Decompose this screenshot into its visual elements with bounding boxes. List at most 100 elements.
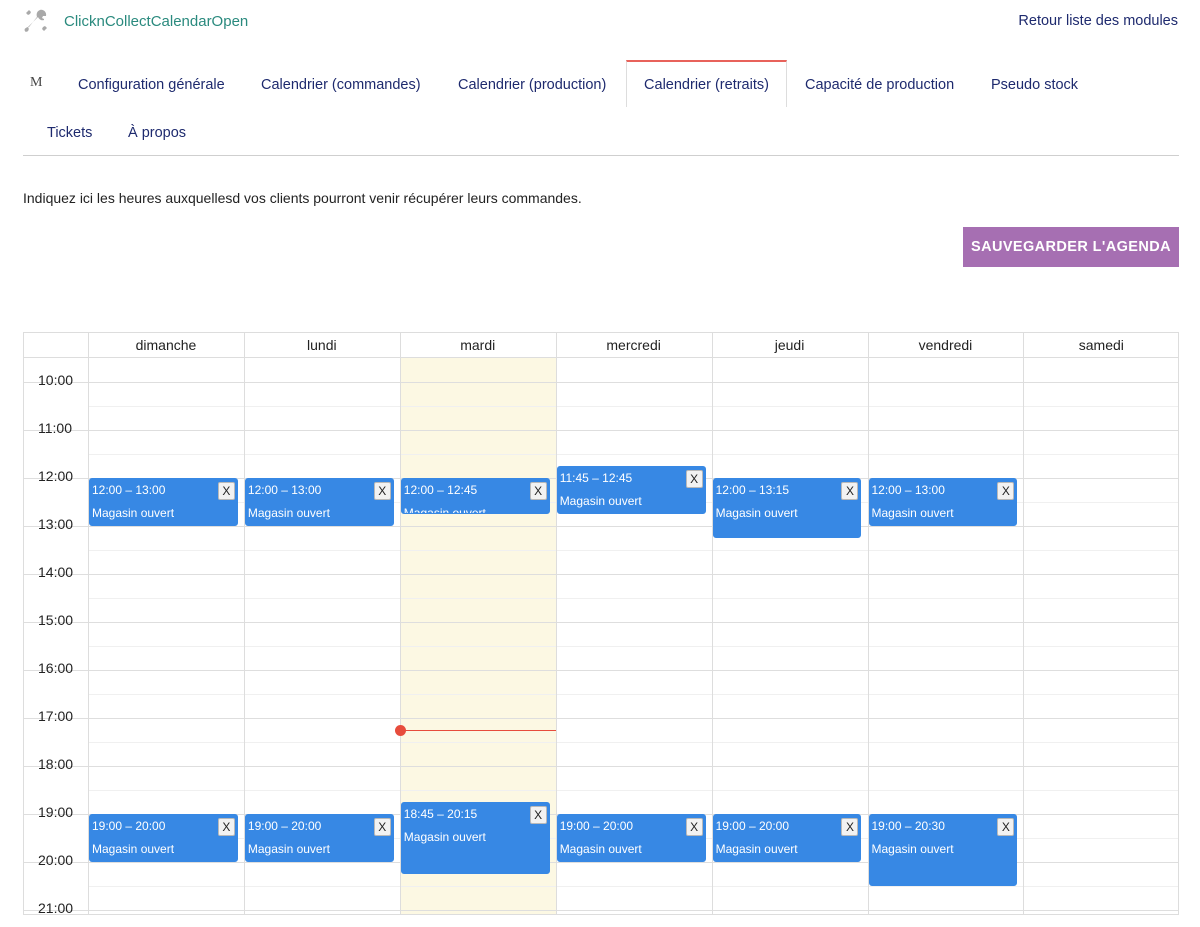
time-label: 16:00 (38, 660, 74, 676)
event-time: 18:45 – 20:15 (403, 807, 478, 821)
weekly-calendar: dimanche lundi mardi mercredi jeudi vendredi s… (23, 332, 1179, 915)
delete-event-button[interactable]: X (685, 470, 703, 488)
delete-event-button[interactable]: X (841, 482, 859, 500)
pickup-slot-event[interactable]: 12:00 – 13:15 Magasin ouvert X (712, 478, 862, 538)
tabs-row-1: M Configuration générale Calendrier (com… (23, 60, 1179, 108)
time-label: 14:00 (38, 564, 74, 580)
pickup-slot-event[interactable]: 19:00 – 20:00 Magasin ouvert X (712, 814, 862, 862)
intro-text: Indiquez ici les heures auxquellesd vos … (23, 190, 582, 206)
hour-gridline (24, 574, 1178, 575)
event-title: Magasin ouvert (715, 506, 798, 520)
half-hour-gridline (88, 406, 1178, 407)
delete-event-button[interactable]: X (217, 482, 235, 500)
time-label: 12:00 (38, 468, 74, 484)
half-hour-gridline (88, 598, 1178, 599)
event-title: Magasin ouvert (559, 494, 642, 508)
day-header-samedi: samedi (1078, 337, 1124, 353)
time-label: 18:00 (38, 756, 74, 772)
event-time: 19:00 – 20:00 (559, 819, 634, 833)
pickup-slot-event[interactable]: 19:00 – 20:00 Magasin ouvert X (556, 814, 706, 862)
pickup-slot-event[interactable]: 12:00 – 13:00 Magasin ouvert X (868, 478, 1018, 526)
tab-a-propos[interactable]: À propos (128, 108, 186, 156)
event-time: 12:00 – 13:15 (715, 483, 789, 497)
pickup-slot-event[interactable]: 12:00 – 13:00 Magasin ouvert X (244, 478, 394, 526)
half-hour-gridline (88, 694, 1178, 695)
half-hour-gridline (88, 742, 1178, 743)
delete-event-button[interactable]: X (997, 818, 1015, 836)
app-title: ClicknCollectCalendarOpen (64, 13, 249, 30)
tab-pseudo-stock[interactable]: Pseudo stock (991, 60, 1078, 108)
event-title: Magasin ouvert (92, 842, 175, 856)
event-title: Magasin ouvert (871, 506, 954, 520)
time-label: 10:00 (38, 372, 74, 388)
back-to-modules-link[interactable]: Retour liste des modules (1018, 13, 1178, 29)
tabs-row-2: Tickets À propos (23, 108, 1179, 156)
day-header-lundi: lundi (307, 337, 337, 353)
hour-gridline (24, 622, 1178, 623)
half-hour-gridline (88, 886, 1178, 887)
hour-gridline (24, 910, 1178, 911)
tab-logo[interactable]: M (30, 60, 42, 108)
event-title: Magasin ouvert (559, 842, 642, 856)
current-time-line (399, 730, 556, 731)
delete-event-button[interactable]: X (529, 482, 547, 500)
tab-configuration-generale[interactable]: Configuration générale (78, 60, 225, 108)
pickup-slot-event[interactable]: 19:00 – 20:00 Magasin ouvert X (244, 814, 394, 862)
event-time: 19:00 – 20:00 (92, 819, 166, 833)
pickup-slot-event[interactable]: 18:45 – 20:15 Magasin ouvert X (400, 802, 550, 874)
pickup-slot-event[interactable]: 12:00 – 12:45 Magasin ouvert X (400, 478, 550, 514)
save-agenda-button[interactable]: SAUVEGARDER L'AGENDA (963, 227, 1179, 267)
day-header-jeudi: jeudi (774, 337, 805, 353)
day-header-vendredi: vendredi (918, 337, 973, 353)
delete-event-button[interactable]: X (529, 806, 547, 824)
event-title: Magasin ouvert (715, 842, 798, 856)
tab-calendrier-production[interactable]: Calendrier (production) (458, 60, 606, 108)
hour-gridline (24, 670, 1178, 671)
half-hour-gridline (88, 790, 1178, 791)
hour-gridline (24, 526, 1178, 527)
event-title: Magasin ouvert (247, 506, 330, 520)
event-time: 12:00 – 12:45 (403, 483, 478, 497)
calendar-header: dimanche lundi mardi mercredi jeudi vendredi s… (24, 333, 1178, 358)
tab-calendrier-commandes[interactable]: Calendrier (commandes) (261, 60, 421, 108)
tools-icon (24, 9, 47, 32)
delete-event-button[interactable]: X (841, 818, 859, 836)
tab-calendrier-retraits[interactable]: Calendrier (retraits) (626, 60, 787, 107)
day-column-divider (1023, 333, 1024, 914)
time-label: 20:00 (38, 852, 74, 868)
time-label: 19:00 (38, 804, 74, 820)
pickup-slot-event[interactable]: 12:00 – 13:00 Magasin ouvert X (89, 478, 238, 526)
event-time: 19:00 – 20:00 (247, 819, 322, 833)
event-title: Magasin ouvert (247, 842, 330, 856)
day-header-dimanche: dimanche (135, 337, 197, 353)
time-label: 11:00 (38, 420, 72, 436)
top-bar: ClicknCollectCalendarOpen Retour liste d… (0, 0, 1200, 48)
hour-gridline (24, 430, 1178, 431)
hour-gridline (24, 766, 1178, 767)
current-time-dot (394, 725, 406, 736)
half-hour-gridline (88, 550, 1178, 551)
event-time: 19:00 – 20:00 (715, 819, 789, 833)
event-title: Magasin ouvert (92, 506, 175, 520)
tabs-divider (23, 155, 1179, 156)
delete-event-button[interactable]: X (373, 818, 391, 836)
hour-gridline (24, 382, 1178, 383)
pickup-slot-event[interactable]: 11:45 – 12:45 Magasin ouvert X (556, 466, 706, 514)
event-title: Magasin ouvert (871, 842, 954, 856)
half-hour-gridline (88, 454, 1178, 455)
day-header-mardi: mardi (460, 337, 496, 353)
hour-gridline (24, 718, 1178, 719)
time-label: 17:00 (38, 708, 74, 724)
delete-event-button[interactable]: X (685, 818, 703, 836)
pickup-slot-event[interactable]: 19:00 – 20:30 Magasin ouvert X (868, 814, 1018, 886)
delete-event-button[interactable]: X (373, 482, 391, 500)
delete-event-button[interactable]: X (217, 818, 235, 836)
tab-capacite-production[interactable]: Capacité de production (805, 60, 954, 108)
pickup-slot-event[interactable]: 19:00 – 20:00 Magasin ouvert X (89, 814, 238, 862)
delete-event-button[interactable]: X (997, 482, 1015, 500)
time-label: 21:00 (38, 900, 74, 915)
half-hour-gridline (88, 646, 1178, 647)
event-time: 12:00 – 13:00 (247, 483, 322, 497)
time-label: 15:00 (38, 612, 74, 628)
tab-tickets[interactable]: Tickets (47, 108, 92, 156)
